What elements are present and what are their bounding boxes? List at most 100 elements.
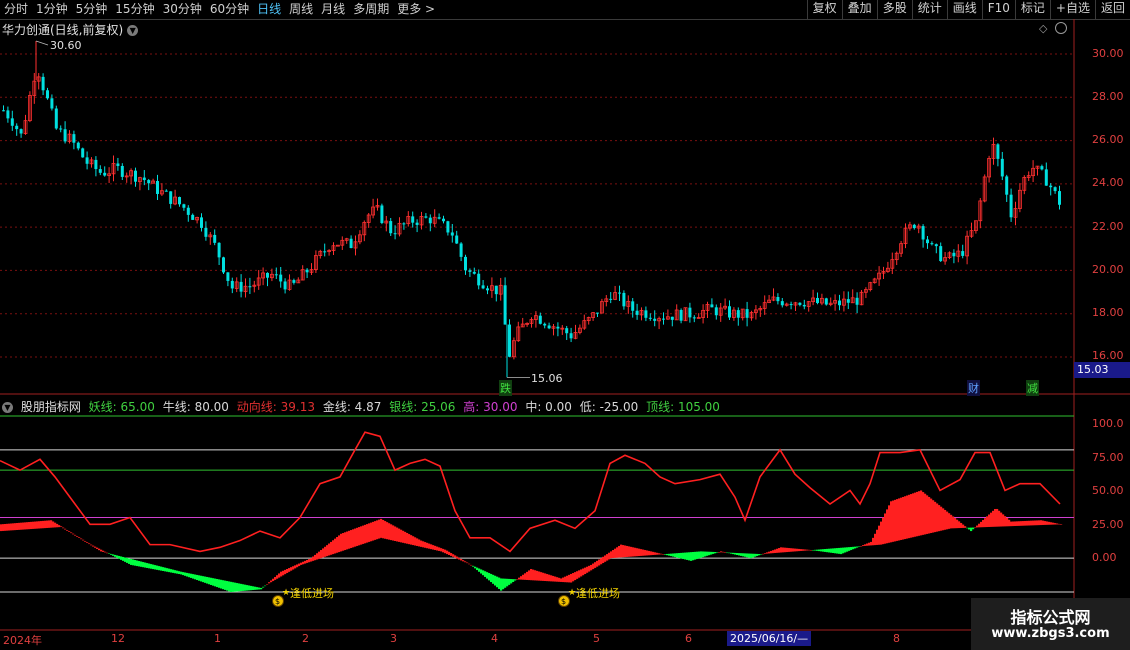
histogram-bar: [172, 569, 175, 573]
candle-body: [1058, 191, 1061, 205]
tab-30min[interactable]: 30分钟: [159, 0, 206, 19]
histogram-bar: [152, 564, 155, 570]
histogram-bar: [346, 531, 349, 550]
histogram-bar: [198, 575, 201, 581]
candle-body: [402, 223, 406, 225]
histogram-bar: [502, 578, 505, 590]
adjust-button[interactable]: 复权: [806, 0, 842, 19]
diamond-icon[interactable]: ◇: [1039, 22, 1047, 35]
tab-15min[interactable]: 15分钟: [111, 0, 158, 19]
candle-body: [279, 274, 283, 282]
histogram-bar: [674, 553, 677, 558]
histogram-bar: [874, 533, 877, 546]
candle-body: [371, 206, 376, 216]
histogram-bar: [676, 553, 679, 558]
histogram-bar: [1016, 521, 1019, 526]
tab-60min[interactable]: 60分钟: [206, 0, 253, 19]
histogram-bar: [1018, 521, 1021, 526]
histogram-bar: [196, 574, 199, 581]
histogram-bar: [536, 570, 539, 581]
candle-body: [327, 250, 332, 252]
add-watchlist-button[interactable]: +自选: [1049, 0, 1095, 19]
histogram-bar: [112, 554, 115, 556]
histogram-bar: [544, 573, 547, 582]
histogram-bar: [694, 551, 697, 560]
tab-intraday[interactable]: 分时: [0, 0, 32, 19]
histogram-bar: [826, 548, 829, 553]
histogram-bar: [458, 557, 461, 560]
candle-body: [309, 269, 314, 273]
candle-body: [538, 315, 542, 324]
histogram-bar: [426, 542, 429, 549]
candle-body: [798, 302, 802, 305]
histogram-bar: [312, 556, 315, 561]
indicator-name[interactable]: 股朋指标网: [21, 400, 81, 414]
histogram-bar: [584, 567, 587, 574]
candle-body: [816, 297, 819, 304]
current-price-tag: 15.03: [1074, 362, 1130, 378]
x-tick: 2024年: [3, 634, 42, 647]
histogram-bar: [656, 552, 659, 555]
candle-body: [670, 316, 674, 320]
chevron-down-icon[interactable]: ▼: [127, 25, 139, 36]
histogram-bar: [92, 545, 95, 547]
histogram-bar: [94, 546, 97, 548]
histogram-bar: [528, 570, 531, 581]
candle-body: [248, 286, 252, 288]
histogram-bar: [186, 572, 189, 577]
histogram-bar: [330, 541, 333, 555]
histogram-bar: [670, 553, 673, 557]
histogram-bar: [920, 490, 923, 536]
histogram-bar: [120, 556, 123, 560]
candle-body: [23, 120, 28, 134]
param-low: 低: -25.00: [579, 400, 639, 414]
tab-daily[interactable]: 日线: [253, 0, 285, 19]
candle-body: [1044, 169, 1048, 186]
tab-monthly[interactable]: 月线: [317, 0, 349, 19]
mark-button[interactable]: 标记: [1014, 0, 1050, 19]
candle-body: [569, 333, 573, 339]
candle-body: [111, 163, 116, 175]
draw-line-button[interactable]: 画线: [946, 0, 982, 19]
candle-body: [494, 285, 498, 295]
marker-reduce[interactable]: 减: [1026, 380, 1039, 396]
marker-finance[interactable]: 财: [967, 380, 980, 396]
histogram-bar: [1012, 521, 1015, 527]
candle-body: [63, 129, 67, 142]
histogram-bar: [926, 495, 929, 534]
param-niu: 牛线: 80.00: [162, 400, 229, 414]
circle-icon[interactable]: [1055, 22, 1067, 34]
f10-button[interactable]: F10: [981, 0, 1015, 19]
back-button[interactable]: 返回: [1094, 0, 1130, 19]
histogram-bar: [774, 549, 777, 553]
histogram-bar: [534, 570, 537, 581]
histogram-bar: [130, 559, 133, 565]
stats-button[interactable]: 统计: [911, 0, 947, 19]
candle-body: [556, 326, 560, 329]
histogram-bar: [34, 521, 37, 529]
tab-5min[interactable]: 5分钟: [72, 0, 112, 19]
chevron-down-icon[interactable]: ▼: [2, 402, 13, 413]
histogram-bar: [128, 558, 131, 564]
histogram-bar: [148, 563, 151, 569]
histogram-bar: [244, 584, 247, 591]
tab-weekly[interactable]: 周线: [285, 0, 317, 19]
dongxiang-line: [0, 431, 1061, 553]
candle-body: [1035, 165, 1040, 169]
histogram-bar: [836, 548, 839, 554]
candle-body: [1000, 158, 1004, 177]
tab-1min[interactable]: 1分钟: [32, 0, 72, 19]
histogram-bar: [700, 551, 703, 558]
candle-body: [921, 226, 925, 240]
candle-body: [340, 239, 345, 246]
tab-more[interactable]: 更多 >: [393, 0, 439, 19]
candle-body: [802, 304, 806, 307]
histogram-bar: [996, 508, 999, 527]
histogram-bar: [310, 558, 313, 562]
tab-multi-period[interactable]: 多周期: [349, 0, 393, 19]
x-tick: 2: [302, 632, 309, 645]
marker-drop[interactable]: 跌: [499, 380, 512, 396]
overlay-button[interactable]: 叠加: [841, 0, 877, 19]
histogram-bar: [362, 525, 365, 544]
multi-stock-button[interactable]: 多股: [876, 0, 912, 19]
